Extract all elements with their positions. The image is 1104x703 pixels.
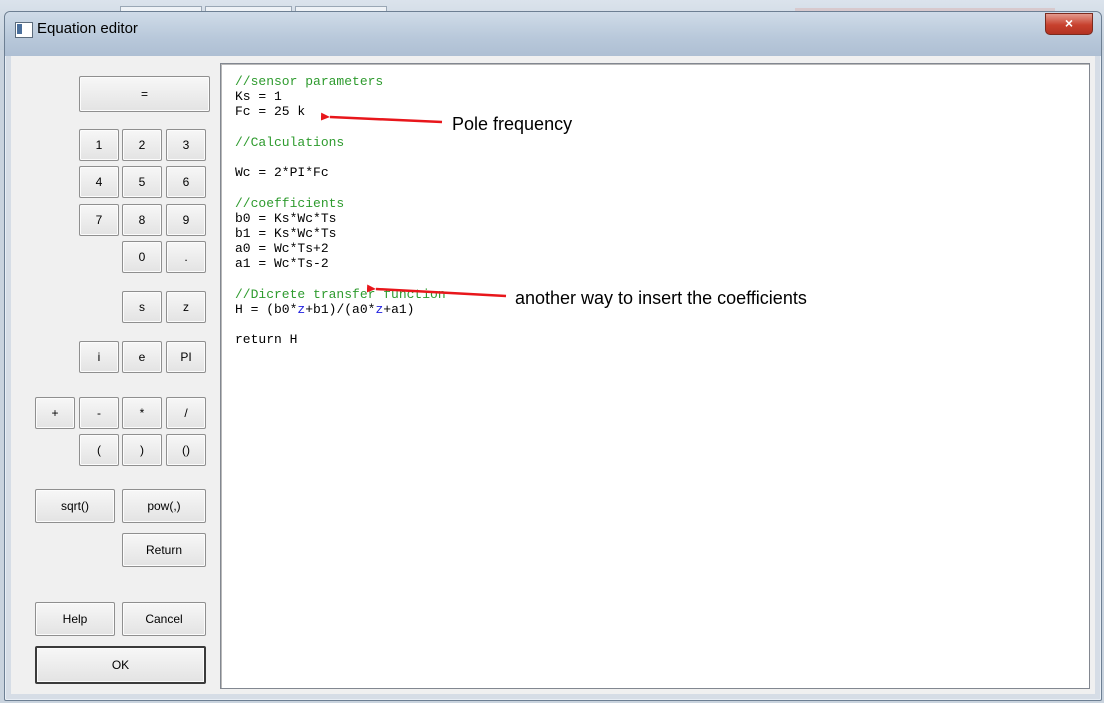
arrow-to-pole-value [320, 112, 443, 124]
arrow-to-coefficients [366, 284, 507, 298]
annotation-arrows [320, 112, 507, 298]
